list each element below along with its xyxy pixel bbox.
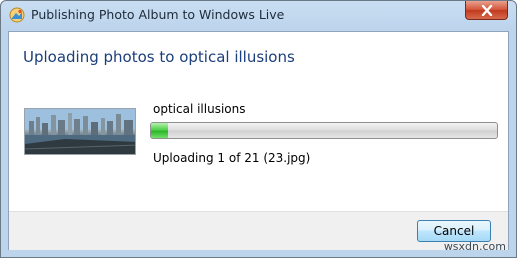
dialog-content: Uploading photos to optical illusions op… bbox=[8, 31, 509, 250]
close-icon bbox=[481, 5, 493, 16]
dialog-footer: Cancel bbox=[9, 211, 508, 250]
album-name-label: optical illusions bbox=[153, 102, 246, 116]
title-bar[interactable]: Publishing Photo Album to Windows Live bbox=[1, 1, 516, 31]
progress-fill bbox=[151, 123, 169, 138]
upload-status-text: Uploading 1 of 21 (23.jpg) bbox=[153, 151, 311, 165]
cancel-button[interactable]: Cancel bbox=[417, 220, 491, 242]
watermark-text: wsxdn.com bbox=[443, 240, 506, 253]
page-title: Uploading photos to optical illusions bbox=[23, 48, 295, 66]
album-thumbnail bbox=[24, 108, 136, 155]
upload-progress-bar bbox=[150, 122, 498, 139]
dialog-window: Publishing Photo Album to Windows Live U… bbox=[0, 0, 517, 258]
window-title: Publishing Photo Album to Windows Live bbox=[31, 7, 285, 22]
close-button[interactable] bbox=[465, 1, 508, 20]
windows-live-photo-icon bbox=[9, 7, 25, 23]
